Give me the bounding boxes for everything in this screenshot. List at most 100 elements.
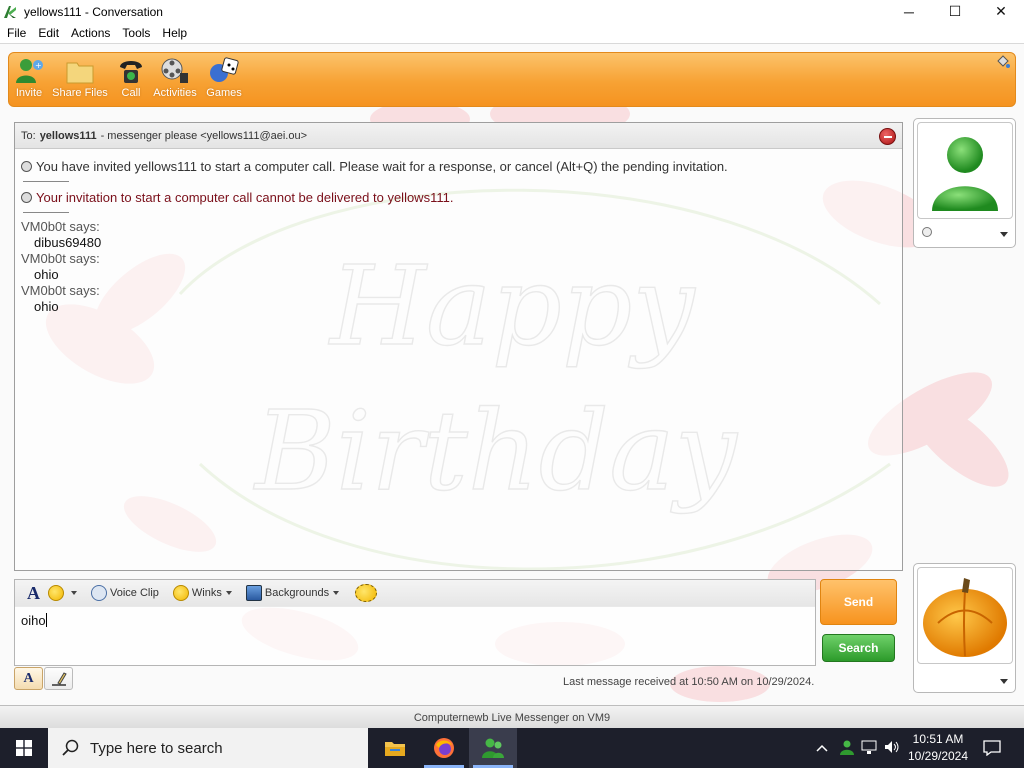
- notifications-button[interactable]: [972, 728, 1012, 768]
- winks-label: Winks: [191, 587, 222, 599]
- activities-label: Activities: [153, 87, 197, 99]
- my-avatar[interactable]: [917, 567, 1013, 664]
- chevron-up-icon[interactable]: [815, 741, 829, 755]
- contact-detail: - messenger please <yellows111@aei.ou>: [100, 129, 308, 142]
- voice-clip-icon: [91, 585, 107, 601]
- winks-button[interactable]: Winks: [172, 585, 232, 601]
- smiley-icon: [48, 585, 64, 601]
- system-message: You have invited yellows111 to start a c…: [21, 157, 896, 175]
- call-label: Call: [121, 87, 141, 99]
- clock-date: 10/29/2024: [907, 749, 969, 763]
- message-text: dibus69480: [34, 235, 102, 250]
- minimize-button[interactable]: ─: [886, 0, 932, 23]
- contact-name: yellows111: [39, 129, 97, 142]
- send-button[interactable]: Send: [820, 579, 897, 625]
- volume-icon[interactable]: [883, 739, 901, 758]
- status-footer-text: Computernewb Live Messenger on VM9: [413, 711, 611, 724]
- close-button[interactable]: ✕: [978, 0, 1024, 23]
- to-label: To:: [21, 129, 36, 142]
- paint-bucket-icon[interactable]: [995, 55, 1011, 69]
- voice-clip-button[interactable]: Voice Clip: [91, 585, 159, 601]
- message-sender: VM0b0t says:: [21, 251, 100, 266]
- notification-icon: [983, 740, 1001, 756]
- menu-help[interactable]: Help: [156, 26, 193, 40]
- contact-display-picture-frame: [913, 118, 1016, 248]
- status-bar: Computernewb Live Messenger on VM9: [0, 705, 1024, 728]
- message-input[interactable]: oiho: [14, 606, 816, 666]
- chevron-down-icon[interactable]: [1000, 232, 1008, 237]
- text-mode-tab[interactable]: A: [14, 667, 43, 690]
- taskbar-clock[interactable]: 10:51 AM 10/29/2024: [905, 731, 971, 765]
- share-files-label: Share Files: [52, 87, 108, 99]
- chevron-down-icon[interactable]: [1000, 679, 1008, 684]
- activities-button[interactable]: Activities: [152, 57, 198, 99]
- menu-edit[interactable]: Edit: [32, 26, 65, 40]
- games-button[interactable]: Games: [206, 57, 242, 99]
- emoticon-button[interactable]: [48, 585, 77, 601]
- chevron-down-icon: [225, 591, 232, 595]
- microphone-icon: [21, 160, 32, 172]
- nudge-button[interactable]: [355, 584, 380, 602]
- film-reel-icon: [160, 57, 190, 85]
- folder-icon: [65, 57, 95, 85]
- maximize-button[interactable]: ☐: [932, 0, 978, 23]
- phone-icon: [116, 57, 146, 85]
- menu-actions[interactable]: Actions: [65, 26, 116, 40]
- input-mode-tabs: A: [14, 667, 74, 691]
- share-files-button[interactable]: Share Files: [52, 57, 108, 99]
- conversation-history[interactable]: To: yellows111 - messenger please <yello…: [14, 122, 903, 571]
- firefox-taskbar-button[interactable]: [420, 728, 468, 768]
- last-message-status: Last message received at 10:50 AM on 10/…: [563, 676, 815, 688]
- messenger-taskbar-button[interactable]: [469, 728, 517, 768]
- webcam-icon[interactable]: [922, 227, 932, 237]
- system-message-text: Your invitation to start a computer call…: [36, 189, 454, 205]
- message-sender: VM0b0t says:: [21, 219, 100, 234]
- backgrounds-label: Backgrounds: [264, 587, 330, 599]
- search-button[interactable]: Search: [822, 634, 895, 662]
- file-explorer-taskbar-button[interactable]: [371, 728, 419, 768]
- action-toolbar: + Invite Share Files Call Activities Gam…: [8, 52, 1016, 107]
- call-button[interactable]: Call: [116, 57, 146, 99]
- invite-button[interactable]: + Invite: [13, 57, 45, 99]
- taskbar-search-box[interactable]: Type here to search: [48, 728, 368, 768]
- messenger-icon: [482, 738, 504, 758]
- system-message-error: Your invitation to start a computer call…: [21, 188, 896, 206]
- menu-bar: File Edit Actions Tools Help: [0, 23, 1024, 43]
- backgrounds-icon: [245, 585, 262, 601]
- menu-tools[interactable]: Tools: [116, 26, 156, 40]
- network-icon[interactable]: [861, 739, 877, 758]
- messenger-tray-icon[interactable]: [839, 739, 855, 758]
- contact-avatar[interactable]: [917, 122, 1013, 219]
- invite-icon: +: [14, 57, 44, 85]
- menu-file[interactable]: File: [0, 26, 32, 40]
- message-list: You have invited yellows111 to start a c…: [15, 149, 902, 315]
- svg-text:+: +: [35, 61, 42, 70]
- message-sender: VM0b0t says:: [21, 283, 100, 298]
- games-icon: [209, 57, 239, 85]
- system-tray: [815, 728, 901, 768]
- clock-time: 10:51 AM: [912, 732, 964, 746]
- firefox-icon: [434, 738, 454, 758]
- divider: [23, 212, 69, 213]
- windows-icon: [16, 740, 32, 756]
- messenger-app-icon: [2, 4, 18, 20]
- invite-label: Invite: [15, 87, 43, 99]
- end-conversation-icon[interactable]: [879, 128, 896, 145]
- format-toolbar: A Voice Clip Winks Backgrounds: [14, 579, 816, 607]
- handwriting-mode-tab[interactable]: [44, 667, 73, 690]
- folder-icon: [385, 742, 405, 756]
- conversation-window: Happy Birthday + Invite Share Files Call: [0, 43, 1024, 728]
- chevron-down-icon: [71, 591, 77, 595]
- nudge-icon: [355, 584, 378, 602]
- wink-icon: [172, 585, 189, 601]
- message-input-text: oiho: [21, 613, 46, 628]
- start-button[interactable]: [0, 728, 48, 768]
- message-text: ohio: [34, 299, 59, 314]
- microphone-icon: [21, 191, 32, 203]
- font-icon[interactable]: A: [27, 583, 40, 604]
- system-message-text: You have invited yellows111 to start a c…: [36, 158, 728, 174]
- title-bar: yellows111 - Conversation ─ ☐ ✕: [0, 0, 1024, 23]
- pen-icon: [51, 671, 67, 686]
- backgrounds-button[interactable]: Backgrounds: [245, 585, 340, 601]
- divider: [23, 181, 69, 182]
